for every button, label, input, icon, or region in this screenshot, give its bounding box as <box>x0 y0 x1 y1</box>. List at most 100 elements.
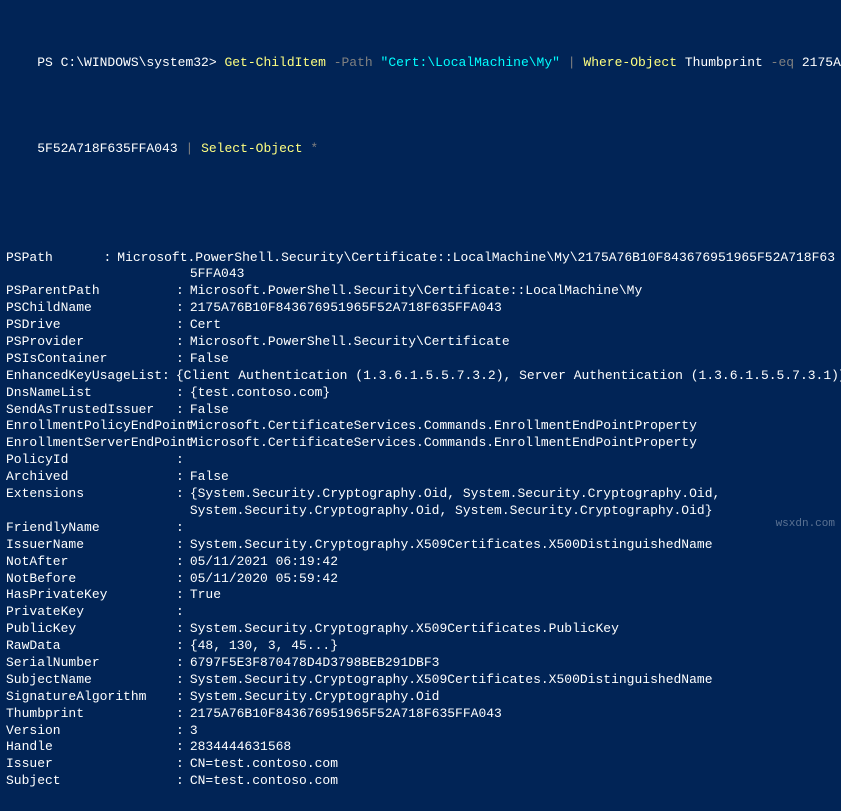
property-value: True <box>190 587 835 604</box>
powershell-terminal[interactable]: PS C:\WINDOWS\system32> Get-ChildItem -P… <box>0 0 841 811</box>
property-name: PSPath <box>6 250 103 267</box>
property-value: 05/11/2021 06:19:42 <box>190 554 835 571</box>
property-name: IssuerName <box>6 537 176 554</box>
property-value: 05/11/2020 05:59:42 <box>190 571 835 588</box>
property-name: Subject <box>6 773 176 790</box>
command-output: PSPath:Microsoft.PowerShell.Security\Cer… <box>6 250 835 791</box>
property-name: EnrollmentPolicyEndPoint <box>6 418 176 435</box>
output-row: PSDrive:Cert <box>6 317 835 334</box>
property-name: SubjectName <box>6 672 176 689</box>
output-row: Extensions:{System.Security.Cryptography… <box>6 486 835 503</box>
property-value: CN=test.contoso.com <box>190 773 835 790</box>
thumbprint-value-part1: 2175A76B10F84367695196 <box>802 55 841 70</box>
property-value <box>190 520 835 537</box>
cmdlet-get-childitem: Get-ChildItem <box>224 55 325 70</box>
output-row: RawData:{48, 130, 3, 45...} <box>6 638 835 655</box>
property-value <box>190 604 835 621</box>
property-value: False <box>190 351 835 368</box>
property-value: {test.contoso.com} <box>190 385 835 402</box>
output-row: Version:3 <box>6 723 835 740</box>
property-name: PSProvider <box>6 334 176 351</box>
property-value: CN=test.contoso.com <box>190 756 835 773</box>
property-value: 2175A76B10F843676951965F52A718F635FFA043 <box>190 706 835 723</box>
output-row: PSProvider:Microsoft.PowerShell.Security… <box>6 334 835 351</box>
pipe-1: | <box>568 55 576 70</box>
output-row: EnhancedKeyUsageList:{Client Authenticat… <box>6 368 835 385</box>
output-row: 5FFA043 <box>6 266 835 283</box>
output-row: SerialNumber:6797F5E3F870478D4D3798BEB29… <box>6 655 835 672</box>
property-name: NotBefore <box>6 571 176 588</box>
property-value: 2175A76B10F843676951965F52A718F635FFA043 <box>190 300 835 317</box>
property-value: Microsoft.PowerShell.Security\Certificat… <box>117 250 835 267</box>
ps-prompt: PS C:\WINDOWS\system32> <box>37 55 224 70</box>
property-value <box>190 452 835 469</box>
output-row: Handle:2834444631568 <box>6 739 835 756</box>
property-name: RawData <box>6 638 176 655</box>
property-name: Handle <box>6 739 176 756</box>
property-name: PSChildName <box>6 300 176 317</box>
property-value: System.Security.Cryptography.Oid <box>190 689 835 706</box>
output-row: DnsNameList:{test.contoso.com} <box>6 385 835 402</box>
output-row: System.Security.Cryptography.Oid, System… <box>6 503 835 520</box>
property-name: Archived <box>6 469 176 486</box>
output-row: SubjectName:System.Security.Cryptography… <box>6 672 835 689</box>
property-name: FriendlyName <box>6 520 176 537</box>
cmdlet-where-object: Where-Object <box>583 55 677 70</box>
output-row: HasPrivateKey:True <box>6 587 835 604</box>
property-value: {System.Security.Cryptography.Oid, Syste… <box>190 486 835 503</box>
property-name: Version <box>6 723 176 740</box>
output-row: FriendlyName: <box>6 520 835 537</box>
property-name: EnhancedKeyUsageList <box>6 368 162 385</box>
wildcard-star: * <box>310 141 318 156</box>
property-value: False <box>190 402 835 419</box>
property-name: Extensions <box>6 486 176 503</box>
property-name: HasPrivateKey <box>6 587 176 604</box>
output-row: SignatureAlgorithm:System.Security.Crypt… <box>6 689 835 706</box>
property-name: SendAsTrustedIssuer <box>6 402 176 419</box>
output-row: SendAsTrustedIssuer:False <box>6 402 835 419</box>
property-name: EnrollmentServerEndPoint <box>6 435 176 452</box>
property-value: Microsoft.CertificateServices.Commands.E… <box>190 418 835 435</box>
string-certpath: "Cert:\LocalMachine\My" <box>381 55 560 70</box>
property-name: PolicyId <box>6 452 176 469</box>
property-value: Microsoft.PowerShell.Security\Certificat… <box>190 334 835 351</box>
property-value: System.Security.Cryptography.X509Certifi… <box>190 672 835 689</box>
property-value: 6797F5E3F870478D4D3798BEB291DBF3 <box>190 655 835 672</box>
output-row: EnrollmentServerEndPoint:Microsoft.Certi… <box>6 435 835 452</box>
operator-eq: -eq <box>771 55 794 70</box>
property-value: {48, 130, 3, 45...} <box>190 638 835 655</box>
property-thumbprint: Thumbprint <box>685 55 763 70</box>
property-value: System.Security.Cryptography.X509Certifi… <box>190 621 835 638</box>
output-row: Thumbprint:2175A76B10F843676951965F52A71… <box>6 706 835 723</box>
output-row: PSIsContainer:False <box>6 351 835 368</box>
output-row: PSPath:Microsoft.PowerShell.Security\Cer… <box>6 250 835 267</box>
property-name: PublicKey <box>6 621 176 638</box>
output-row: EnrollmentPolicyEndPoint:Microsoft.Certi… <box>6 418 835 435</box>
property-value: 3 <box>190 723 835 740</box>
cmdlet-select-object: Select-Object <box>201 141 302 156</box>
property-name: PSDrive <box>6 317 176 334</box>
command-line-2: 5F52A718F635FFA043 | Select-Object * <box>6 124 835 175</box>
pipe-2: | <box>185 141 193 156</box>
output-row: PolicyId: <box>6 452 835 469</box>
thumbprint-value-part2: 5F52A718F635FFA043 <box>37 141 185 156</box>
property-value: Microsoft.PowerShell.Security\Certificat… <box>190 283 835 300</box>
property-value: False <box>190 469 835 486</box>
property-name: Thumbprint <box>6 706 176 723</box>
property-value: 2834444631568 <box>190 739 835 756</box>
output-row: PSParentPath:Microsoft.PowerShell.Securi… <box>6 283 835 300</box>
output-row: IssuerName:System.Security.Cryptography.… <box>6 537 835 554</box>
property-value: Microsoft.CertificateServices.Commands.E… <box>190 435 835 452</box>
output-row: Subject:CN=test.contoso.com <box>6 773 835 790</box>
output-row: NotAfter:05/11/2021 06:19:42 <box>6 554 835 571</box>
output-row: Issuer:CN=test.contoso.com <box>6 756 835 773</box>
property-value: Cert <box>190 317 835 334</box>
property-name: PrivateKey <box>6 604 176 621</box>
property-name: SerialNumber <box>6 655 176 672</box>
watermark-text: wsxdn.com <box>776 517 835 531</box>
property-value: System.Security.Cryptography.X509Certifi… <box>190 537 835 554</box>
property-name: PSIsContainer <box>6 351 176 368</box>
output-row: PSChildName:2175A76B10F843676951965F52A7… <box>6 300 835 317</box>
output-row: PrivateKey: <box>6 604 835 621</box>
output-row: Archived:False <box>6 469 835 486</box>
